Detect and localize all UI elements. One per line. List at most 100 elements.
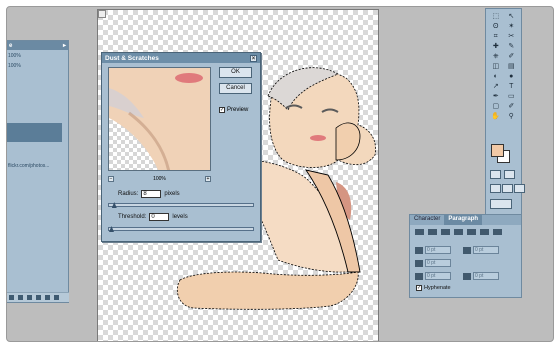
radius-input[interactable]: 8 xyxy=(141,190,162,198)
paragraph-panel-tabs: Character Paragraph xyxy=(410,215,521,225)
zoom-out-icon[interactable]: − xyxy=(108,176,114,182)
stamp-icon[interactable]: ⎈ xyxy=(489,52,503,61)
zoom-icon[interactable]: ⚲ xyxy=(505,112,519,121)
preview-checkbox-box[interactable]: ✓ xyxy=(219,107,225,113)
preview-checkbox-label: Preview xyxy=(227,107,249,113)
hand-icon[interactable]: ✋ xyxy=(489,112,503,121)
preview-checkbox[interactable]: ✓ Preview xyxy=(219,107,248,113)
radius-row: Radius: 8 pixels xyxy=(118,190,180,198)
justify-last-center-icon[interactable] xyxy=(467,229,476,235)
lips xyxy=(310,135,326,141)
move-icon[interactable]: ↖ xyxy=(505,12,519,21)
gradient-icon[interactable]: ▤ xyxy=(505,62,519,71)
justify-last-right-icon[interactable] xyxy=(480,229,489,235)
first-line-row: 0 pt xyxy=(415,259,451,267)
space-after-input[interactable]: 0 pt xyxy=(473,272,499,280)
justify-last-left-icon[interactable] xyxy=(454,229,463,235)
threshold-label: Threshold: xyxy=(118,214,147,220)
eraser-icon[interactable]: ◫ xyxy=(489,62,503,71)
edit-mode-buttons xyxy=(490,170,515,179)
hyphenate-checkbox-box[interactable]: ✓ xyxy=(416,285,422,291)
tools-palette: ⬚ ↖ ʘ ✶ ⌗ ✂ ✚ ✎ ⎈ ✐ ◫ ▤ ◐ ● ↗ T ✒ ▭ ▢ ✐ ✋ ⚲ xyxy=(485,8,525,216)
type-icon[interactable]: T xyxy=(505,82,519,91)
indent-left-icon xyxy=(415,246,423,254)
full-screen-button[interactable] xyxy=(514,184,525,193)
filter-preview[interactable] xyxy=(108,67,211,171)
selected-layer-row[interactable] xyxy=(7,123,62,142)
path-select-icon[interactable]: ↗ xyxy=(489,82,503,91)
brush-icon[interactable]: ✎ xyxy=(505,42,519,51)
layer-style-icon[interactable] xyxy=(18,295,23,300)
radius-slider[interactable] xyxy=(108,202,254,208)
trash-icon[interactable] xyxy=(54,295,59,300)
link-layers-icon[interactable] xyxy=(9,295,14,300)
threshold-input[interactable]: 0 xyxy=(149,213,170,221)
pen-icon[interactable]: ✒ xyxy=(489,92,503,101)
cancel-button[interactable]: Cancel xyxy=(219,83,252,94)
indent-left-input[interactable]: 0 pt xyxy=(425,246,451,254)
zoom-level: 100% xyxy=(153,176,166,182)
dialog-titlebar[interactable]: Dust & Scratches × xyxy=(102,53,260,63)
layers-panel-footer xyxy=(7,292,69,302)
tab-character[interactable]: Character xyxy=(410,215,444,225)
opacity-field[interactable]: 100% xyxy=(7,53,69,61)
radius-slider-knob[interactable] xyxy=(111,202,117,208)
slice-icon[interactable]: ✂ xyxy=(505,32,519,41)
workspace: e ▸ 100% 100% flickr.com/photos... Dust … xyxy=(6,6,554,342)
preview-skin xyxy=(109,68,210,170)
blur-icon[interactable]: ◐ xyxy=(489,72,503,81)
hyphenate-label: Hyphenate xyxy=(424,285,451,291)
space-before-icon xyxy=(415,272,423,280)
healing-icon[interactable]: ✚ xyxy=(489,42,503,51)
forearm-shape xyxy=(176,271,359,310)
align-center-icon[interactable] xyxy=(428,229,437,235)
notes-icon[interactable]: ▢ xyxy=(489,102,503,111)
new-group-icon[interactable] xyxy=(36,295,41,300)
indent-right-input[interactable]: 0 pt xyxy=(473,246,499,254)
align-right-icon[interactable] xyxy=(441,229,450,235)
lasso-icon[interactable]: ʘ xyxy=(489,22,503,31)
radius-label: Radius: xyxy=(118,191,139,197)
threshold-slider[interactable] xyxy=(108,226,254,232)
shape-icon[interactable]: ▭ xyxy=(505,92,519,101)
panel-menu-icon[interactable]: ▸ xyxy=(63,42,66,49)
full-screen-menu-button[interactable] xyxy=(502,184,513,193)
threshold-slider-knob[interactable] xyxy=(109,226,114,232)
dialog-title: Dust & Scratches xyxy=(105,54,159,62)
tab-paragraph[interactable]: Paragraph xyxy=(444,215,483,225)
layers-panel: e ▸ 100% 100% flickr.com/photos... xyxy=(7,40,69,303)
standard-mode-button[interactable] xyxy=(490,170,501,179)
jump-to-imageready-button[interactable] xyxy=(490,199,512,209)
foreground-color-swatch[interactable] xyxy=(491,144,504,157)
align-left-icon[interactable] xyxy=(415,229,424,235)
paragraph-panel: Character Paragraph 0 pt 0 pt 0 pt 0 pt … xyxy=(409,214,522,298)
standard-screen-button[interactable] xyxy=(490,184,501,193)
hyphenate-checkbox[interactable]: ✓ Hyphenate xyxy=(416,285,451,291)
marquee-icon[interactable]: ⬚ xyxy=(489,12,503,21)
magic-wand-icon[interactable]: ✶ xyxy=(505,22,519,31)
fill-field[interactable]: 100% xyxy=(7,63,69,71)
ok-button[interactable]: OK xyxy=(219,67,252,78)
mask-icon[interactable] xyxy=(27,295,32,300)
eyedropper-icon[interactable]: ✐ xyxy=(505,102,519,111)
zoom-in-icon[interactable]: + xyxy=(204,176,211,182)
indent-right-icon xyxy=(463,246,471,254)
threshold-unit: levels xyxy=(172,214,188,220)
preview-image xyxy=(109,68,210,170)
quick-mask-button[interactable] xyxy=(504,170,515,179)
crop-icon[interactable]: ⌗ xyxy=(489,32,503,41)
space-after-icon xyxy=(463,272,471,280)
first-line-indent-input[interactable]: 0 pt xyxy=(425,259,451,267)
screen-mode-buttons xyxy=(490,184,525,193)
dodge-icon[interactable]: ● xyxy=(505,72,519,81)
layers-panel-titlebar[interactable]: e ▸ xyxy=(7,41,68,50)
spacing-row: 0 pt 0 pt xyxy=(415,272,499,280)
threshold-row: Threshold: 0 levels xyxy=(118,213,188,221)
justify-all-icon[interactable] xyxy=(493,229,502,235)
new-layer-icon[interactable] xyxy=(45,295,50,300)
history-brush-icon[interactable]: ✐ xyxy=(505,52,519,61)
close-icon[interactable]: × xyxy=(250,54,257,62)
preview-lips xyxy=(175,73,203,83)
tool-grid: ⬚ ↖ ʘ ✶ ⌗ ✂ ✚ ✎ ⎈ ✐ ◫ ▤ ◐ ● ↗ T ✒ ▭ ▢ ✐ ✋ ⚲ xyxy=(486,9,521,124)
space-before-input[interactable]: 0 pt xyxy=(425,272,451,280)
